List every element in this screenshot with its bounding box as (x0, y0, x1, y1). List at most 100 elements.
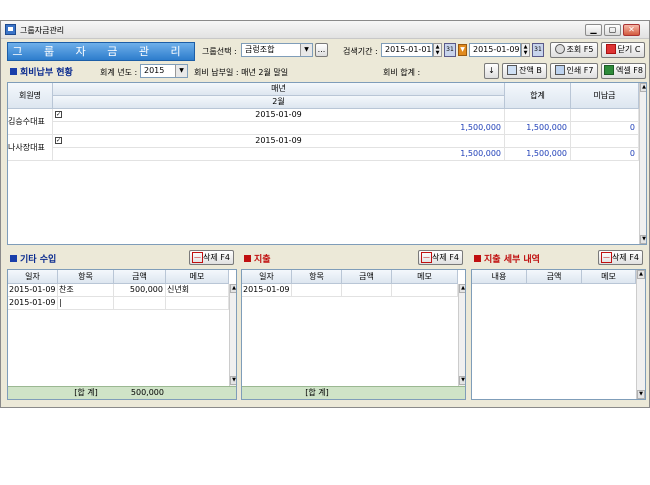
income-total-label: [합 계] (74, 388, 98, 397)
date-to-input[interactable]: 2015-01-09 (469, 43, 521, 57)
col-memo: 메모 (392, 270, 458, 284)
date-to-spinner[interactable]: ▲ ▼ (521, 43, 530, 57)
col-item: 항목 (292, 270, 342, 284)
detail-scrollbar[interactable]: ▲ ▼ (636, 270, 645, 399)
section-bullet-icon (10, 255, 17, 262)
fiscal-year-select[interactable]: 2015 ▼ (140, 64, 188, 78)
income-memo: 신년회 (166, 284, 229, 297)
search-icon (507, 65, 518, 75)
close-button[interactable]: 닫기 C (601, 42, 645, 58)
close-button-label: 닫기 C (617, 45, 641, 54)
expense-item[interactable] (292, 284, 342, 297)
excel-icon (604, 65, 615, 75)
search-button[interactable]: 조회 F5 (550, 42, 598, 58)
fiscal-year-value: 2015 (144, 66, 165, 75)
minimize-button[interactable]: ▁ (585, 24, 602, 36)
detail-delete-button[interactable]: 삭제 F4 (598, 250, 643, 265)
date-from-input[interactable]: 2015-01-01 (381, 43, 433, 57)
col-item: 항목 (58, 270, 114, 284)
col-amount: 금액 (114, 270, 166, 284)
expense-grid: 일자 항목 금액 메모 2015-01-09 ▲ ▼ [합 계] (241, 269, 466, 400)
col-memo: 메모 (582, 270, 636, 284)
income-memo[interactable] (166, 297, 229, 310)
group-select[interactable]: 금렁조합 ▼ (241, 43, 313, 57)
expense-amount[interactable] (342, 284, 392, 297)
empty-cell (505, 109, 571, 122)
col-memo: 메모 (166, 270, 229, 284)
balance-button[interactable]: 잔액 B (502, 63, 547, 79)
detail-grid: 내용 금액 메모 ▲ ▼ (471, 269, 646, 400)
income-amount[interactable] (114, 297, 166, 310)
income-scrollbar[interactable]: ▲ ▼ (229, 284, 236, 386)
group-select-label: 그룹선택 : (202, 47, 237, 56)
expense-scrollbar[interactable]: ▲ ▼ (458, 284, 465, 386)
group-select-value: 금렁조합 (245, 45, 275, 54)
section-bullet-icon (474, 255, 481, 262)
excel-button-label: 엑셀 F8 (616, 66, 643, 75)
table-row: 2015-01-09 (8, 284, 58, 297)
col-content: 내용 (472, 270, 527, 284)
search-button-label: 조회 F5 (566, 45, 594, 54)
expense-delete-button[interactable]: 삭제 F4 (418, 250, 463, 265)
scroll-down-icon[interactable]: ▼ (637, 390, 645, 399)
balance-button-label: 잔액 B (519, 66, 542, 75)
dues-section-title: 회비납부 현황 (20, 68, 73, 78)
dues-grid: 회원명 매년 2월 합계 미납금 김승수대표 ✓ 2015-01-09 1,50… (7, 82, 647, 245)
table-row: 김승수대표 (8, 109, 53, 135)
income-section-title: 기타 수입 (20, 255, 57, 265)
col-month: 2월 (53, 96, 505, 109)
search-icon (554, 44, 565, 54)
chevron-down-icon: ▼ (175, 65, 187, 77)
scroll-up-icon[interactable]: ▲ (637, 270, 645, 279)
scroll-down-icon[interactable]: ▼ (640, 235, 646, 244)
empty-cell (571, 135, 639, 148)
range-arrow-icon: ▼ (458, 44, 467, 56)
fiscal-year-label: 회계 년도 : (100, 68, 138, 77)
empty-cell (505, 135, 571, 148)
col-date: 일자 (242, 270, 292, 284)
printer-icon (554, 65, 565, 75)
expense-memo[interactable] (392, 284, 458, 297)
title-bar: 그룹자금관리 ▁ ▢ ✕ (1, 21, 649, 39)
income-item-input[interactable]: | (58, 297, 114, 310)
calendar-icon[interactable]: 31 (532, 43, 544, 57)
date-from-spinner[interactable]: ▲ ▼ (433, 43, 442, 57)
scroll-up-icon[interactable]: ▲ (640, 83, 646, 92)
maximize-button[interactable]: ▢ (604, 24, 621, 36)
col-member: 회원명 (8, 83, 53, 109)
scroll-down-icon[interactable]: ▼ (459, 376, 465, 385)
calendar-icon[interactable]: 31 (444, 43, 456, 57)
app-icon (5, 24, 16, 35)
close-window-button[interactable]: ✕ (623, 24, 640, 36)
window-title: 그룹자금관리 (20, 26, 65, 35)
section-bullet-icon (10, 68, 17, 75)
dues-scrollbar[interactable]: ▲ ▼ (639, 83, 646, 244)
period-label: 검색기간 : (343, 47, 378, 56)
table-row: 나사장대표 (8, 135, 53, 161)
section-bullet-icon (244, 255, 251, 262)
chevron-down-icon: ▼ (300, 44, 312, 56)
close-icon (605, 44, 616, 54)
paid-amount: 1,500,000 (53, 148, 505, 161)
down-arrow-button[interactable]: ↓ (484, 63, 499, 79)
dues-total-label: 회비 합계 : (383, 68, 421, 77)
print-button-label: 인쇄 F7 (566, 66, 594, 75)
paid-date: 2015-01-09 (53, 135, 505, 148)
group-more-button[interactable]: ... (315, 43, 328, 57)
scroll-up-icon[interactable]: ▲ (459, 284, 465, 293)
pay-day-text: 회비 납부일 : 매년 2월 말일 (194, 68, 289, 77)
scroll-up-icon[interactable]: ▲ (230, 284, 236, 293)
col-yearly: 매년 (53, 83, 505, 96)
income-amount: 500,000 (114, 284, 166, 297)
income-delete-button[interactable]: 삭제 F4 (189, 250, 234, 265)
row-unpaid: 0 (571, 148, 639, 161)
print-button[interactable]: 인쇄 F7 (550, 63, 598, 79)
scroll-down-icon[interactable]: ▼ (230, 376, 236, 385)
expense-total-row: [합 계] (242, 386, 465, 399)
excel-button[interactable]: 엑셀 F8 (601, 63, 646, 79)
col-amount: 금액 (342, 270, 392, 284)
row-sum: 1,500,000 (505, 148, 571, 161)
paid-amount: 1,500,000 (53, 122, 505, 135)
empty-cell (571, 109, 639, 122)
income-total-value: 500,000 (130, 388, 164, 397)
